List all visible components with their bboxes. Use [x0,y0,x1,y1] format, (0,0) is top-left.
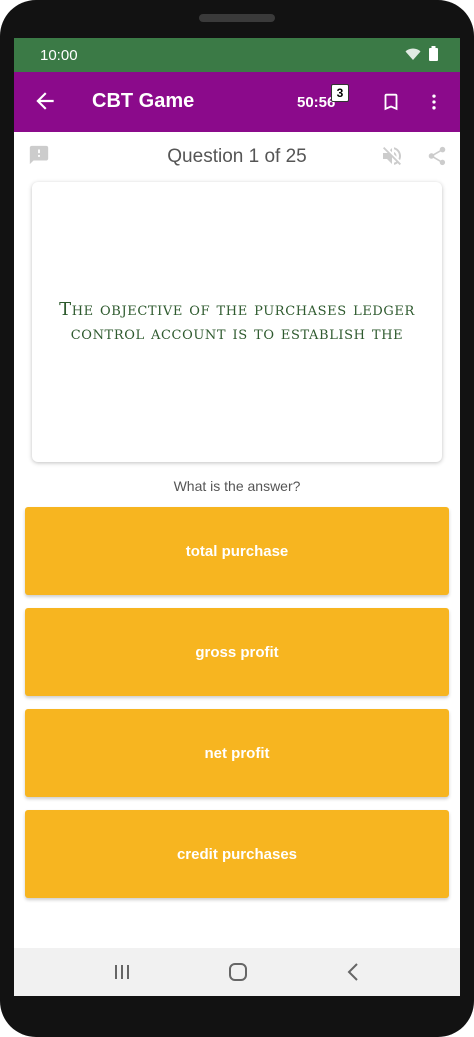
system-nav-bar [14,948,460,996]
home-icon[interactable] [227,961,249,983]
volume-off-icon[interactable] [380,144,404,168]
status-icons [405,46,438,61]
notification-badge: 3 [331,84,349,102]
more-vert-icon[interactable] [424,90,444,114]
answer-option-4[interactable]: credit purchases [25,810,449,898]
countdown-timer: 50:56 [297,94,336,111]
page-title: CBT Game [92,90,195,112]
screen: 10:00 CBT Game 50:56 3 Question 1 of 25 … [14,38,460,996]
question-card: The objective of the purchases ledger co… [32,182,442,462]
status-time: 10:00 [40,47,78,64]
app-bar: CBT Game 50:56 3 [14,72,460,132]
answer-option-1[interactable]: total purchase [25,507,449,595]
share-icon[interactable] [426,144,448,168]
answer-option-2[interactable]: gross profit [25,608,449,696]
recents-icon[interactable] [112,962,132,982]
device-speaker [199,14,275,22]
answer-prompt: What is the answer? [173,478,301,494]
question-text: The objective of the purchases ledger co… [59,299,415,344]
device-frame: 10:00 CBT Game 50:56 3 Question 1 of 25 … [0,0,474,1037]
nav-back-icon[interactable] [344,961,362,983]
arrow-left-icon[interactable] [32,88,58,114]
battery-icon [429,46,438,61]
answer-option-3[interactable]: net profit [25,709,449,797]
question-header: Question 1 of 25 [14,132,460,182]
bookmark-icon[interactable] [380,90,402,114]
wifi-icon [405,48,421,60]
status-bar: 10:00 [14,38,460,72]
